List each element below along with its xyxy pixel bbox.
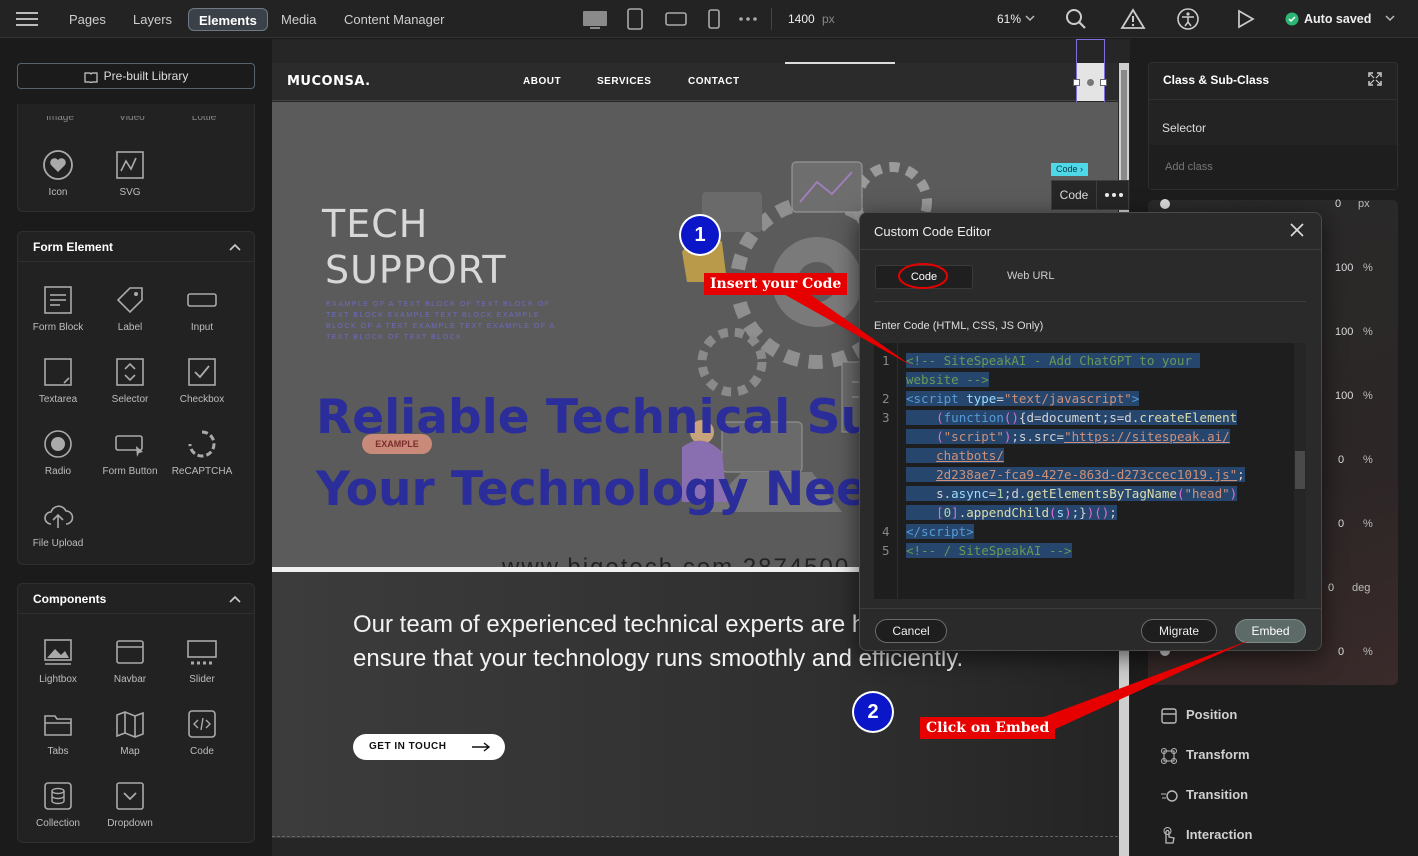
annotation-overlay	[780, 263, 1250, 736]
code-tab-highlight-circle	[898, 263, 948, 289]
insert-code-label: Insert your Code	[704, 273, 848, 295]
step-2-badge: 2	[854, 693, 892, 731]
step-1-badge: 1	[681, 216, 719, 254]
embed-arrow	[1030, 640, 1250, 736]
click-embed-label: Click on Embed	[920, 717, 1056, 739]
insert-code-arrow	[780, 286, 912, 366]
